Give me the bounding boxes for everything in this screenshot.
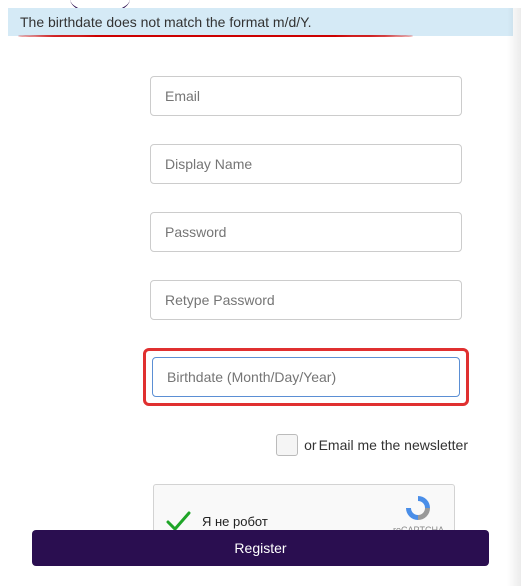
birthdate-field[interactable] [152,357,460,397]
newsletter-row: or Email me the newsletter [150,434,468,456]
birthdate-highlight-box [143,348,469,406]
newsletter-prefix: or [304,437,316,453]
recaptcha-label: Я не робот [202,514,268,529]
registration-form: or Email me the newsletter Я не робот re… [0,36,521,568]
display-name-field[interactable] [150,144,462,184]
recaptcha-icon [403,493,433,523]
register-button[interactable]: Register [32,530,489,566]
recaptcha-logo: reCAPTCHA [393,493,444,535]
error-banner: The birthdate does not match the format … [8,8,513,36]
newsletter-checkbox[interactable] [276,434,298,456]
right-shadow [507,8,521,586]
email-field[interactable] [150,76,462,116]
error-message: The birthdate does not match the format … [20,14,312,30]
error-underline [18,35,413,37]
retype-password-field[interactable] [150,280,462,320]
newsletter-label: Email me the newsletter [319,437,468,453]
password-field[interactable] [150,212,462,252]
